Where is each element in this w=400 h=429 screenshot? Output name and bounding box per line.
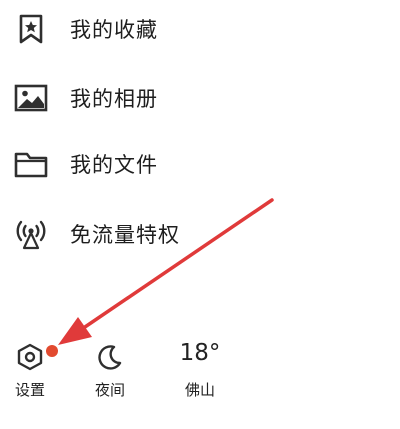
settings-label: 设置 [14,381,45,399]
bookmark-star-icon [12,10,50,48]
menu-item-label: 我的文件 [70,153,158,177]
menu-item-favorites[interactable]: 我的收藏 [0,6,260,52]
settings-hexagon-icon [15,342,45,372]
menu-item-files[interactable]: 我的文件 [0,141,260,187]
menu-item-label: 免流量特权 [70,223,180,247]
weather-widget[interactable]: 18° 佛山 [170,330,230,410]
menu-item-label: 我的相册 [70,87,158,111]
menu-item-free-data[interactable]: 免流量特权 [0,211,260,257]
settings-button[interactable]: 设置 [0,330,60,410]
weather-city: 佛山 [184,381,215,399]
folder-icon [12,145,50,183]
weather-temperature: 18° [179,340,221,366]
notification-dot [46,345,58,357]
signal-tower-icon [12,215,50,253]
bottom-toolbar: 设置 夜间 18° 佛山 [0,330,400,410]
menu-item-label: 我的收藏 [70,18,158,42]
image-icon [12,79,50,117]
night-mode-button[interactable]: 夜间 [80,330,140,410]
night-mode-label: 夜间 [94,381,125,399]
moon-icon [95,342,125,372]
menu-item-album[interactable]: 我的相册 [0,75,260,121]
